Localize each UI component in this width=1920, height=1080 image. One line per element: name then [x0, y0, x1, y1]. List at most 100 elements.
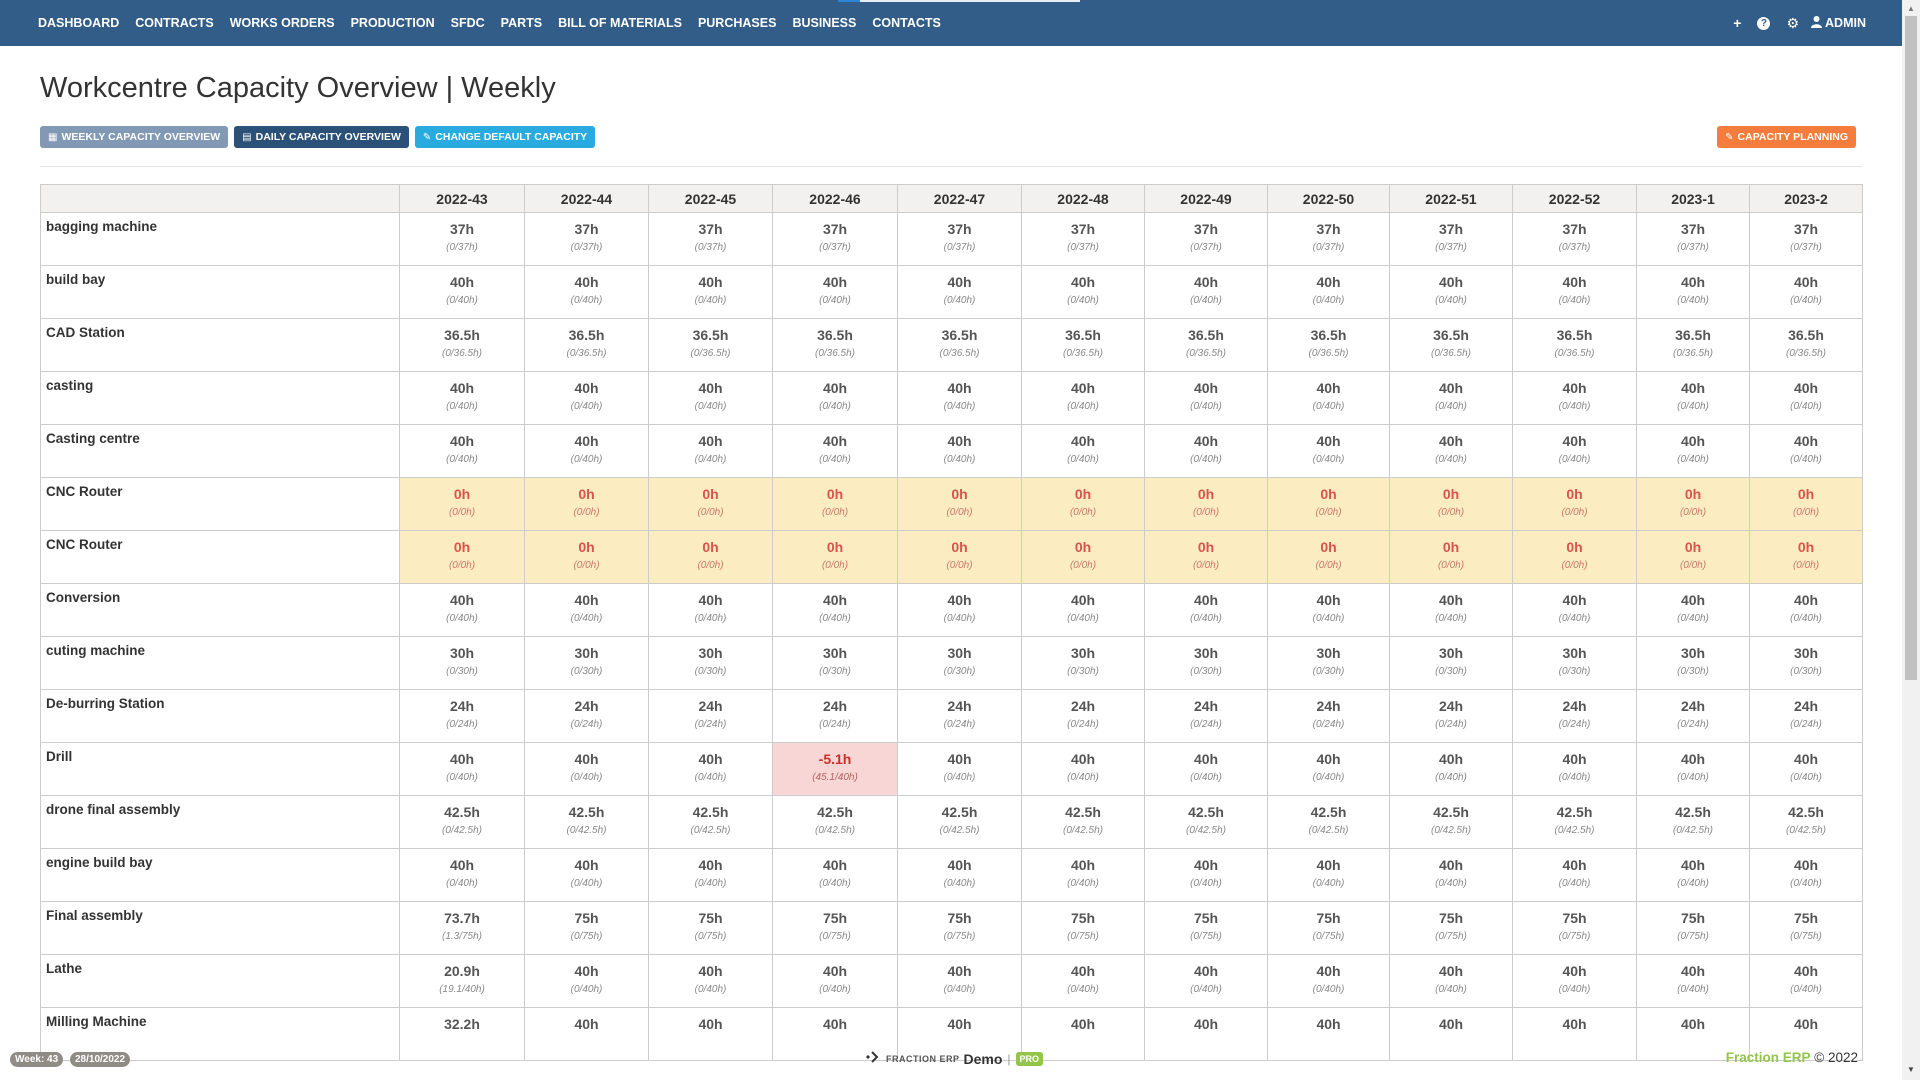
capacity-cell[interactable]: 40h (0/40h) [772, 265, 898, 319]
capacity-cell[interactable]: 40h (0/40h) [1144, 371, 1268, 425]
admin-menu[interactable]: ADMIN [1811, 15, 1866, 31]
capacity-cell[interactable]: 36.5h (0/36.5h) [1636, 318, 1750, 372]
capacity-cell[interactable]: 40h (0/40h) [1144, 583, 1268, 637]
capacity-cell[interactable]: 0h (0/0h) [1636, 530, 1750, 584]
capacity-cell[interactable]: 0h (0/0h) [399, 530, 525, 584]
capacity-cell[interactable]: 40h (0/40h) [524, 371, 649, 425]
scroll-down-icon[interactable]: ▼ [1907, 1065, 1915, 1074]
capacity-cell[interactable]: 40h (0/40h) [524, 954, 649, 1008]
capacity-cell[interactable]: 40h (0/40h) [1749, 265, 1863, 319]
capacity-cell[interactable]: 42.5h (0/42.5h) [399, 795, 525, 849]
capacity-cell[interactable]: 40h (0/40h) [524, 265, 649, 319]
capacity-cell[interactable]: 37h (0/37h) [772, 212, 898, 266]
workcentre-name[interactable]: Casting centre [40, 424, 400, 478]
header-week[interactable]: 2022-51 [1389, 184, 1513, 213]
capacity-cell[interactable]: 40h (0/40h) [1144, 424, 1268, 478]
capacity-cell[interactable]: 37h (0/37h) [1267, 212, 1390, 266]
capacity-cell[interactable]: 37h (0/37h) [1749, 212, 1863, 266]
capacity-cell[interactable]: 40h (0/40h) [897, 742, 1022, 796]
nav-item-bill-of-materials[interactable]: BILL OF MATERIALS [558, 16, 682, 30]
workcentre-name[interactable]: Drill [40, 742, 400, 796]
capacity-cell[interactable]: -5.1h (45.1/40h) [772, 742, 898, 796]
capacity-cell[interactable]: 37h (0/37h) [648, 212, 773, 266]
capacity-cell[interactable]: 0h (0/0h) [772, 477, 898, 531]
nav-item-production[interactable]: PRODUCTION [351, 16, 435, 30]
capacity-cell[interactable]: 37h (0/37h) [1144, 212, 1268, 266]
capacity-cell[interactable]: 36.5h (0/36.5h) [1267, 318, 1390, 372]
capacity-cell[interactable]: 40h (0/40h) [1021, 848, 1145, 902]
capacity-cell[interactable]: 40h (0/40h) [648, 742, 773, 796]
header-week[interactable]: 2022-46 [772, 184, 898, 213]
capacity-cell[interactable]: 40h (0/40h) [1389, 371, 1513, 425]
capacity-cell[interactable]: 37h (0/37h) [1636, 212, 1750, 266]
capacity-cell[interactable]: 75h (0/75h) [524, 901, 649, 955]
capacity-cell[interactable]: 42.5h (0/42.5h) [524, 795, 649, 849]
capacity-cell[interactable]: 37h (0/37h) [1021, 212, 1145, 266]
capacity-cell[interactable]: 0h (0/0h) [897, 530, 1022, 584]
workcentre-name[interactable]: drone final assembly [40, 795, 400, 849]
header-week[interactable]: 2022-44 [524, 184, 649, 213]
header-week[interactable]: 2023-1 [1636, 184, 1750, 213]
capacity-cell[interactable]: 40h (0/40h) [1512, 954, 1637, 1008]
header-week[interactable]: 2022-43 [399, 184, 525, 213]
capacity-cell[interactable]: 20.9h (19.1/40h) [399, 954, 525, 1008]
capacity-cell[interactable]: 30h (0/30h) [399, 636, 525, 690]
capacity-cell[interactable]: 0h (0/0h) [1749, 477, 1863, 531]
capacity-cell[interactable]: 40h (0/40h) [897, 848, 1022, 902]
capacity-cell[interactable]: 30h (0/30h) [772, 636, 898, 690]
capacity-cell[interactable]: 75h (0/75h) [1636, 901, 1750, 955]
capacity-cell[interactable]: 40h (0/40h) [1267, 742, 1390, 796]
weekly-overview-button[interactable]: ▦ WEEKLY CAPACITY OVERVIEW [40, 126, 229, 148]
capacity-cell[interactable]: 24h (0/24h) [1636, 689, 1750, 743]
capacity-cell[interactable]: 36.5h (0/36.5h) [648, 318, 773, 372]
capacity-cell[interactable]: 40h (0/40h) [1021, 424, 1145, 478]
capacity-cell[interactable]: 24h (0/24h) [1021, 689, 1145, 743]
capacity-cell[interactable]: 37h (0/37h) [524, 212, 649, 266]
workcentre-name[interactable]: casting [40, 371, 400, 425]
capacity-cell[interactable]: 40h (0/40h) [1144, 954, 1268, 1008]
capacity-cell[interactable]: 40h (0/40h) [648, 954, 773, 1008]
capacity-cell[interactable]: 36.5h (0/36.5h) [772, 318, 898, 372]
capacity-cell[interactable]: 30h (0/30h) [648, 636, 773, 690]
header-week[interactable]: 2022-48 [1021, 184, 1145, 213]
capacity-cell[interactable]: 40h (0/40h) [1512, 371, 1637, 425]
capacity-cell[interactable]: 40h (0/40h) [1389, 954, 1513, 1008]
capacity-cell[interactable]: 75h (0/75h) [1144, 901, 1268, 955]
capacity-cell[interactable]: 40h (0/40h) [1021, 371, 1145, 425]
capacity-cell[interactable]: 24h (0/24h) [897, 689, 1022, 743]
capacity-cell[interactable]: 75h (0/75h) [897, 901, 1022, 955]
capacity-cell[interactable]: 0h (0/0h) [1512, 477, 1637, 531]
capacity-cell[interactable]: 40h (0/40h) [1021, 954, 1145, 1008]
capacity-cell[interactable]: 42.5h (0/42.5h) [1389, 795, 1513, 849]
capacity-cell[interactable]: 24h (0/24h) [1144, 689, 1268, 743]
capacity-cell[interactable]: 40h (0/40h) [1144, 848, 1268, 902]
capacity-cell[interactable]: 40h (0/40h) [772, 848, 898, 902]
capacity-cell[interactable]: 30h (0/30h) [1389, 636, 1513, 690]
capacity-cell[interactable]: 30h (0/30h) [1749, 636, 1863, 690]
capacity-cell[interactable]: 40h (0/40h) [1512, 583, 1637, 637]
capacity-cell[interactable]: 30h (0/30h) [1512, 636, 1637, 690]
capacity-cell[interactable]: 24h (0/24h) [1512, 689, 1637, 743]
workcentre-name[interactable]: CAD Station [40, 318, 400, 372]
workcentre-name[interactable]: Final assembly [40, 901, 400, 955]
capacity-cell[interactable]: 0h (0/0h) [1389, 477, 1513, 531]
capacity-planning-button[interactable]: ✎ CAPACITY PLANNING [1717, 126, 1856, 148]
capacity-cell[interactable]: 0h (0/0h) [399, 477, 525, 531]
capacity-cell[interactable]: 37h (0/37h) [1512, 212, 1637, 266]
header-week[interactable]: 2022-52 [1512, 184, 1637, 213]
capacity-cell[interactable]: 30h (0/30h) [1267, 636, 1390, 690]
capacity-cell[interactable]: 40h (0/40h) [1144, 742, 1268, 796]
capacity-cell[interactable]: 40h (0/40h) [1389, 265, 1513, 319]
capacity-cell[interactable]: 40h (0/40h) [772, 371, 898, 425]
capacity-cell[interactable]: 36.5h (0/36.5h) [1749, 318, 1863, 372]
capacity-cell[interactable]: 40h (0/40h) [648, 848, 773, 902]
capacity-cell[interactable]: 30h (0/30h) [897, 636, 1022, 690]
capacity-cell[interactable]: 37h (0/37h) [399, 212, 525, 266]
capacity-cell[interactable]: 40h (0/40h) [1144, 265, 1268, 319]
capacity-cell[interactable]: 24h (0/24h) [524, 689, 649, 743]
capacity-cell[interactable]: 40h (0/40h) [1389, 424, 1513, 478]
capacity-cell[interactable]: 0h (0/0h) [897, 477, 1022, 531]
capacity-cell[interactable]: 36.5h (0/36.5h) [1512, 318, 1637, 372]
capacity-cell[interactable]: 36.5h (0/36.5h) [524, 318, 649, 372]
daily-overview-button[interactable]: ▤ DAILY CAPACITY OVERVIEW [234, 126, 409, 148]
